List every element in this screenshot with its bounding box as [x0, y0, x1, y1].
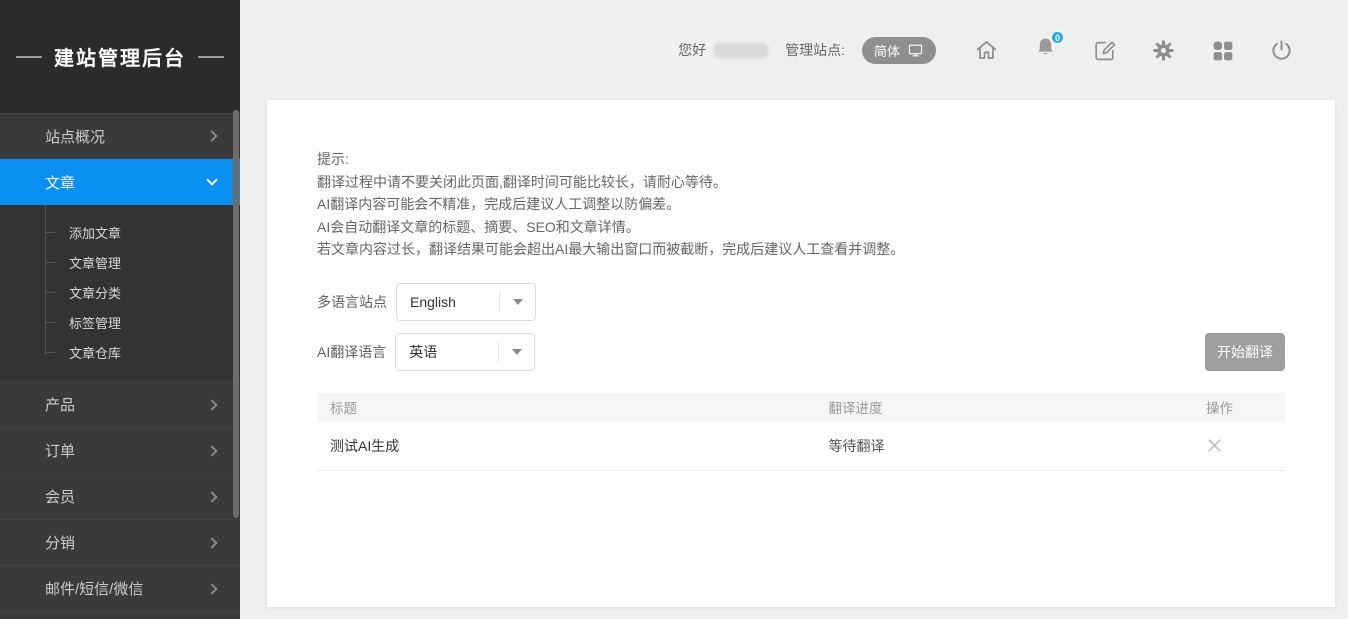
- tips-line: 若文章内容过长，翻译结果可能会超出AI最大输出窗口而被截断，完成后建议人工查看并…: [317, 238, 1285, 261]
- home-icon[interactable]: [974, 38, 999, 63]
- sidebar-item-articles[interactable]: 文章: [0, 159, 240, 205]
- chevron-right-icon: [206, 399, 217, 410]
- ai-language-label: AI翻译语言: [317, 342, 386, 362]
- sidebar-subitem-article-manage[interactable]: 文章管理: [0, 247, 240, 277]
- sidebar-menu: 站点概况 文章 添加文章 文章管理 文章分类: [0, 113, 240, 612]
- sidebar-item-distribution[interactable]: 分销: [0, 520, 240, 566]
- apps-grid-icon[interactable]: [1210, 38, 1235, 63]
- submenu-tick: [45, 262, 55, 263]
- submenu-tick: [45, 322, 55, 323]
- notification-badge: 0: [1050, 30, 1065, 45]
- multilang-site-label: 多语言站点: [317, 292, 387, 312]
- header-icon-group: 0: [974, 35, 1294, 65]
- sidebar-item-label: 文章: [45, 172, 75, 193]
- ai-language-value: 英语: [396, 342, 498, 362]
- ai-language-select[interactable]: 英语: [395, 333, 535, 371]
- subitem-label: 文章分类: [69, 283, 121, 302]
- multilang-site-select[interactable]: English: [396, 283, 536, 321]
- title-dash-right: [198, 56, 224, 58]
- chevron-down-icon: [206, 174, 217, 185]
- start-translate-button[interactable]: 开始翻译: [1205, 333, 1285, 371]
- row-progress: 等待翻译: [816, 422, 1194, 471]
- ai-language-row: AI翻译语言 英语 开始翻译: [317, 333, 1285, 371]
- sidebar-subitem-tag-manage[interactable]: 标签管理: [0, 307, 240, 337]
- greeting-text: 您好: [678, 40, 706, 60]
- submenu-tick: [45, 352, 55, 353]
- select-caret-zone: [500, 299, 535, 305]
- manage-site-label: 管理站点:: [785, 40, 845, 60]
- sidebar: 建站管理后台 站点概况 文章 添加文章 文章管理: [0, 0, 240, 619]
- top-header: 您好 管理站点: 简体: [240, 0, 1348, 100]
- close-icon: [1206, 437, 1223, 454]
- tips-line: AI会自动翻译文章的标题、摘要、SEO和文章详情。: [317, 216, 1285, 239]
- sidebar-subitem-add-article[interactable]: 添加文章: [0, 217, 240, 247]
- sidebar-item-site-overview[interactable]: 站点概况: [0, 113, 240, 159]
- ai-language-group: AI翻译语言 英语: [317, 333, 535, 371]
- sidebar-item-orders[interactable]: 订单: [0, 428, 240, 474]
- caret-down-icon: [513, 299, 523, 305]
- multilang-site-value: English: [397, 294, 499, 310]
- col-progress: 翻译进度: [816, 393, 1194, 422]
- select-caret-zone: [499, 349, 534, 355]
- translation-panel: 提示: 翻译过程中请不要关闭此页面,翻译时间可能比较长，请耐心等待。 AI翻译内…: [267, 100, 1335, 607]
- caret-down-icon: [512, 349, 522, 355]
- main-area: 您好 管理站点: 简体: [240, 0, 1348, 619]
- sidebar-item-members[interactable]: 会员: [0, 474, 240, 520]
- sidebar-item-label: 产品: [45, 394, 75, 415]
- translation-table: 标题 翻译进度 操作 测试AI生成 等待翻译: [317, 393, 1285, 472]
- col-actions: 操作: [1193, 393, 1285, 422]
- tips-line: 翻译过程中请不要关闭此页面,翻译时间可能比较长，请耐心等待。: [317, 171, 1285, 194]
- sidebar-subitem-article-category[interactable]: 文章分类: [0, 277, 240, 307]
- table-row: 测试AI生成 等待翻译: [317, 422, 1285, 471]
- subitem-label: 添加文章: [69, 223, 121, 242]
- table-header-row: 标题 翻译进度 操作: [317, 393, 1285, 422]
- multilang-site-row: 多语言站点 English: [317, 283, 1285, 321]
- submenu-tick: [45, 232, 55, 233]
- subitem-label: 文章管理: [69, 253, 121, 272]
- title-dash-left: [16, 56, 42, 58]
- chevron-right-icon: [206, 445, 217, 456]
- sidebar-item-label: 订单: [45, 440, 75, 461]
- app-window: 建站管理后台 站点概况 文章 添加文章 文章管理: [0, 0, 1348, 619]
- sidebar-scrollbar[interactable]: [233, 110, 239, 518]
- site-language-pill[interactable]: 简体: [862, 37, 936, 64]
- submenu-tick: [45, 292, 55, 293]
- notifications-bell-icon[interactable]: 0: [1033, 35, 1058, 65]
- submenu-tree-line: [45, 205, 46, 355]
- redacted-username: [713, 43, 769, 58]
- app-logo: 建站管理后台: [0, 0, 240, 113]
- tips-block: 提示: 翻译过程中请不要关闭此页面,翻译时间可能比较长，请耐心等待。 AI翻译内…: [317, 148, 1285, 261]
- power-icon[interactable]: [1269, 38, 1294, 63]
- sidebar-subitem-article-warehouse[interactable]: 文章仓库: [0, 337, 240, 367]
- tips-line: AI翻译内容可能会不精准，完成后建议人工调整以防偏差。: [317, 193, 1285, 216]
- sidebar-item-label: 站点概况: [45, 126, 105, 147]
- chevron-right-icon: [206, 491, 217, 502]
- delete-row-button[interactable]: [1206, 437, 1223, 454]
- app-title: 建站管理后台: [54, 42, 186, 71]
- row-title: 测试AI生成: [317, 422, 816, 471]
- sidebar-item-label: 会员: [45, 486, 75, 507]
- sidebar-item-products[interactable]: 产品: [0, 382, 240, 428]
- site-language-label: 简体: [874, 41, 900, 60]
- chevron-right-icon: [206, 583, 217, 594]
- chevron-right-icon: [206, 130, 217, 141]
- edit-icon[interactable]: [1092, 38, 1117, 63]
- chevron-right-icon: [206, 537, 217, 548]
- sidebar-item-label: 邮件/短信/微信: [45, 578, 143, 599]
- col-title: 标题: [317, 393, 816, 422]
- content-area: 提示: 翻译过程中请不要关闭此页面,翻译时间可能比较长，请耐心等待。 AI翻译内…: [240, 100, 1348, 619]
- settings-gear-icon[interactable]: [1151, 38, 1176, 63]
- articles-submenu: 添加文章 文章管理 文章分类 标签管理 文章仓库: [0, 205, 240, 382]
- sidebar-item-mail-sms-wechat[interactable]: 邮件/短信/微信: [0, 566, 240, 612]
- monitor-icon: [907, 42, 924, 59]
- subitem-label: 文章仓库: [69, 343, 121, 362]
- subitem-label: 标签管理: [69, 313, 121, 332]
- tips-title: 提示:: [317, 148, 1285, 171]
- sidebar-item-label: 分销: [45, 532, 75, 553]
